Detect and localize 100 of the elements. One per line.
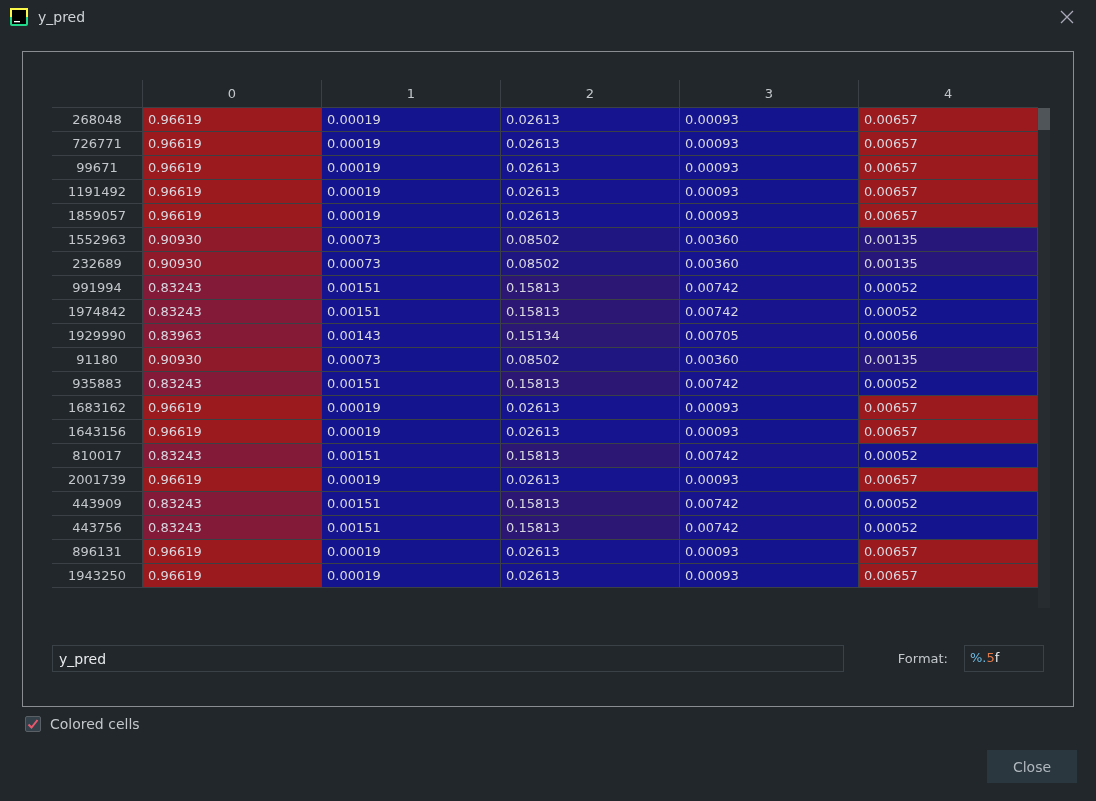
table-cell: 0.00657 [858, 419, 1038, 443]
table-cell: 0.00052 [858, 371, 1038, 395]
table-cell: 0.00019 [321, 203, 501, 227]
table-cell: 0.15813 [500, 515, 680, 539]
table-cell: 0.00151 [321, 299, 501, 323]
table-cell: 0.00151 [321, 515, 501, 539]
table-cell: 0.00657 [858, 563, 1038, 587]
table-cell: 0.00019 [321, 179, 501, 203]
table-cell: 0.02613 [500, 107, 680, 131]
table-cell: 0.96619 [142, 467, 322, 491]
table-cell: 0.00657 [858, 467, 1038, 491]
table-cell: 0.15813 [500, 491, 680, 515]
table-cell: 0.00019 [321, 155, 501, 179]
table-cell: 0.00657 [858, 155, 1038, 179]
scrollbar-thumb[interactable] [1038, 108, 1050, 130]
table-cell: 0.02613 [500, 203, 680, 227]
table-cell: 0.00019 [321, 131, 501, 155]
table-cell: 0.08502 [500, 227, 680, 251]
table-cell: 0.00073 [321, 347, 501, 371]
close-icon[interactable] [1060, 10, 1074, 24]
table-cell: 0.96619 [142, 179, 322, 203]
table-cell: 0.00657 [858, 107, 1038, 131]
expression-field[interactable]: y_pred [52, 645, 844, 672]
colored-cells-checkbox[interactable] [25, 716, 41, 732]
table-cell: 0.00657 [858, 131, 1038, 155]
table-cell: 0.90930 [142, 251, 322, 275]
table-cell: 0.83243 [142, 371, 322, 395]
table-cell: 0.00093 [679, 419, 859, 443]
table-cell: 0.96619 [142, 203, 322, 227]
table-cell: 0.00657 [858, 179, 1038, 203]
table-cell: 0.96619 [142, 539, 322, 563]
format-label: Format: [897, 651, 948, 666]
table-cell: 0.15813 [500, 371, 680, 395]
table-cell: 0.00052 [858, 275, 1038, 299]
table-cell: 0.00056 [858, 323, 1038, 347]
table-cell: 0.00052 [858, 491, 1038, 515]
app-icon [10, 8, 28, 26]
table-cell: 0.00360 [679, 347, 859, 371]
table-cell: 0.96619 [142, 107, 322, 131]
table-cell: 0.00151 [321, 491, 501, 515]
table-cell: 0.00093 [679, 539, 859, 563]
table-cell: 0.00143 [321, 323, 501, 347]
table-cell: 0.90930 [142, 347, 322, 371]
column-header[interactable]: 0 [142, 80, 322, 107]
table-cell: 0.00093 [679, 203, 859, 227]
table-cell: 0.83243 [142, 299, 322, 323]
table-cell: 0.00151 [321, 371, 501, 395]
table-cell: 0.02613 [500, 563, 680, 587]
table-cell: 0.02613 [500, 467, 680, 491]
table-cell: 0.15813 [500, 299, 680, 323]
table-cell: 0.00052 [858, 443, 1038, 467]
table-cell: 0.02613 [500, 179, 680, 203]
table-cell: 0.00093 [679, 395, 859, 419]
table-cell: 0.02613 [500, 395, 680, 419]
table-cell: 0.00019 [321, 395, 501, 419]
table-cell: 0.00657 [858, 203, 1038, 227]
table-cell: 0.96619 [142, 131, 322, 155]
table-cell: 0.02613 [500, 539, 680, 563]
table-cell: 0.83963 [142, 323, 322, 347]
table-cell: 0.00135 [858, 347, 1038, 371]
table-cell: 0.00705 [679, 323, 859, 347]
table-cell: 0.83243 [142, 491, 322, 515]
table-cell: 0.00093 [679, 155, 859, 179]
table-cell: 0.00360 [679, 251, 859, 275]
column-header[interactable]: 4 [858, 80, 1038, 107]
table-cell: 0.00093 [679, 467, 859, 491]
table-cell: 0.02613 [500, 131, 680, 155]
table-cell: 0.00073 [321, 251, 501, 275]
table-cell: 0.96619 [142, 419, 322, 443]
column-header[interactable]: 3 [679, 80, 859, 107]
table-cell: 0.83243 [142, 443, 322, 467]
table-cell: 0.00093 [679, 131, 859, 155]
table-cell: 0.00657 [858, 395, 1038, 419]
table-cell: 0.08502 [500, 347, 680, 371]
table-cell: 0.00052 [858, 515, 1038, 539]
column-header[interactable]: 2 [500, 80, 680, 107]
table-cell: 0.00742 [679, 299, 859, 323]
table-cell: 0.00742 [679, 515, 859, 539]
table-cell: 0.00657 [858, 539, 1038, 563]
table-cell: 0.00742 [679, 491, 859, 515]
table-cell: 0.90930 [142, 227, 322, 251]
table-cell: 0.02613 [500, 155, 680, 179]
table-cell: 0.00742 [679, 371, 859, 395]
table-cell: 0.15813 [500, 275, 680, 299]
table-cell: 0.00742 [679, 275, 859, 299]
table-cell: 0.00073 [321, 227, 501, 251]
table-cell: 0.00019 [321, 563, 501, 587]
close-button[interactable]: Close [987, 750, 1077, 783]
table-cell: 0.02613 [500, 419, 680, 443]
table-cell: 0.15813 [500, 443, 680, 467]
column-header[interactable]: 1 [321, 80, 501, 107]
format-field[interactable]: %.5f [964, 645, 1044, 672]
table-cell: 0.00135 [858, 251, 1038, 275]
table-cell: 0.00093 [679, 107, 859, 131]
table-cell: 0.00019 [321, 467, 501, 491]
table-cell: 0.00151 [321, 275, 501, 299]
table-cell: 0.00019 [321, 107, 501, 131]
table-cell: 0.96619 [142, 155, 322, 179]
table-cell: 0.83243 [142, 515, 322, 539]
table-cell: 0.00135 [858, 227, 1038, 251]
